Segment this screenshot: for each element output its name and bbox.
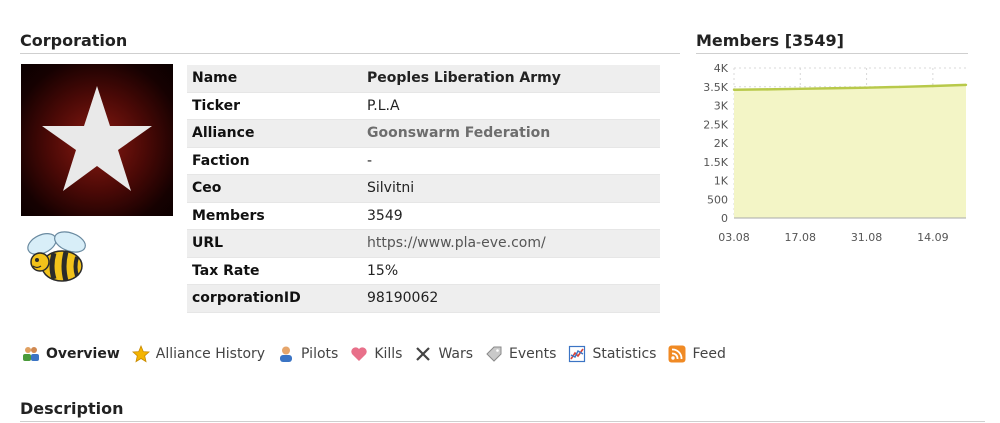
table-row: Members 3549 <box>187 202 660 230</box>
statistics-icon <box>569 345 586 363</box>
x-tick-label: 14.09 <box>917 231 949 244</box>
corporation-id-label: corporationID <box>187 284 362 313</box>
x-tick-label: 17.08 <box>785 231 817 244</box>
table-row: corporationID 98190062 <box>187 284 660 313</box>
members-chart: 0 500 1K 1.5K 2K 2.5K 3K 3.5K 4K 03.08 17.08 31.08 1… <box>703 62 968 244</box>
data-point <box>898 85 901 89</box>
nav-overview[interactable]: Overview <box>22 345 120 363</box>
star-icon <box>131 345 150 363</box>
nav-wars-label: Wars <box>438 346 474 362</box>
members-label: Members <box>187 202 362 230</box>
y-tick-label: 3K <box>714 100 729 113</box>
data-point <box>865 86 868 89</box>
y-tick-label: 2.5K <box>703 118 728 131</box>
data-point <box>799 87 802 91</box>
nav-statistics-label: Statistics <box>592 346 657 362</box>
nav-wars[interactable]: Wars <box>414 345 473 363</box>
name-value: Peoples Liberation Army <box>362 65 660 93</box>
alliance-link[interactable]: Goonswarm Federation <box>367 125 550 141</box>
alliance-label: Alliance <box>187 119 362 148</box>
corporation-info-table: Name Peoples Liberation Army Ticker P.L.… <box>187 65 660 313</box>
faction-label: Faction <box>187 147 362 175</box>
x-tick-label: 03.08 <box>718 231 750 244</box>
members-area <box>734 84 966 218</box>
corporation-id-value: 98190062 <box>362 284 660 313</box>
tag-icon <box>486 346 502 362</box>
data-point <box>832 87 835 90</box>
corporation-logo <box>21 64 173 216</box>
heart-icon <box>351 347 367 361</box>
nav-kills-label: Kills <box>374 346 403 362</box>
ticker-value: P.L.A <box>362 92 660 120</box>
table-row: Alliance Goonswarm Federation <box>187 119 660 148</box>
data-point <box>931 84 935 88</box>
data-point <box>765 88 769 91</box>
nav-kills[interactable]: Kills <box>350 345 402 363</box>
nav-statistics[interactable]: Statistics <box>568 345 656 363</box>
y-tick-label: 500 <box>707 193 728 206</box>
ticker-label: Ticker <box>187 92 362 120</box>
table-row: Name Peoples Liberation Army <box>187 65 660 93</box>
y-tick-label: 4K <box>714 62 729 75</box>
nav-feed[interactable]: Feed <box>668 345 726 363</box>
pilot-icon <box>280 346 293 362</box>
rss-icon <box>668 345 686 363</box>
table-row: Ticker P.L.A <box>187 92 660 120</box>
members-heading: Members [3549] <box>696 31 968 54</box>
nav-events-label: Events <box>509 346 557 362</box>
nav-events[interactable]: Events <box>485 345 556 363</box>
y-tick-label: 3.5K <box>703 81 728 94</box>
nav-overview-label: Overview <box>46 346 120 362</box>
people-icon <box>23 347 39 361</box>
nav-feed-label: Feed <box>692 346 726 362</box>
corporation-nav: Overview Alliance History Pilots Kills W… <box>22 345 738 363</box>
y-tick-label: 1.5K <box>703 156 728 169</box>
y-tick-label: 2K <box>714 137 729 150</box>
nav-pilots[interactable]: Pilots <box>277 345 338 363</box>
tax-rate-value: 15% <box>362 257 660 285</box>
nav-alliance-history[interactable]: Alliance History <box>131 345 266 363</box>
table-row: URL https://www.pla-eve.com/ <box>187 229 660 258</box>
corporation-heading: Corporation <box>20 31 680 54</box>
ceo-label: Ceo <box>187 174 362 203</box>
nav-pilots-label: Pilots <box>301 346 339 362</box>
faction-value: - <box>362 147 660 175</box>
bee-icon <box>27 231 86 282</box>
name-label: Name <box>187 65 362 93</box>
data-point <box>964 83 968 87</box>
star-logo-icon <box>42 86 152 191</box>
y-tick-label: 0 <box>721 212 728 225</box>
table-row: Tax Rate 15% <box>187 257 660 285</box>
crossed-swords-icon <box>416 347 431 361</box>
data-point <box>732 88 736 91</box>
url-label: URL <box>187 229 362 258</box>
y-tick-label: 1K <box>714 175 729 188</box>
table-row: Faction - <box>187 147 660 175</box>
members-value: 3549 <box>362 202 660 230</box>
x-tick-label: 31.08 <box>851 231 883 244</box>
url-link[interactable]: https://www.pla-eve.com/ <box>367 235 546 251</box>
description-heading: Description <box>20 399 985 422</box>
table-row: Ceo Silvitni <box>187 174 660 203</box>
ceo-link[interactable]: Silvitni <box>362 174 660 203</box>
tax-rate-label: Tax Rate <box>187 257 362 285</box>
nav-alliance-history-label: Alliance History <box>155 346 266 362</box>
